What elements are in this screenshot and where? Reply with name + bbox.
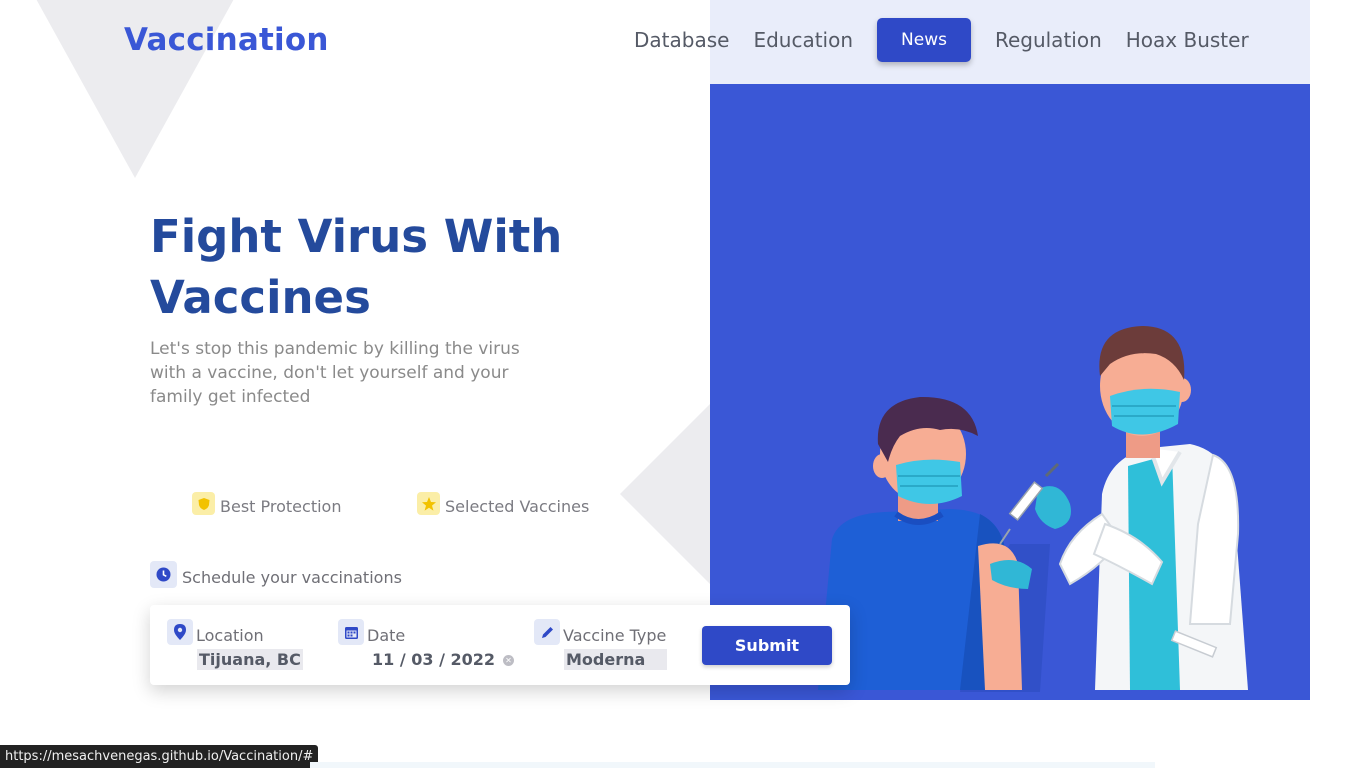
schedule-heading: Schedule your vaccinations (150, 561, 402, 588)
location-pin-icon (167, 619, 193, 645)
schedule-form: Location Tijuana, BC Date 11 / 03 / 2022… (150, 605, 850, 685)
feature-label: Selected Vaccines (445, 497, 590, 516)
submit-button[interactable]: Submit (702, 626, 832, 665)
clock-icon (150, 561, 177, 588)
vaccine-type-label: Vaccine Type (563, 626, 667, 645)
pencil-icon (534, 619, 560, 645)
hero-title: Fight Virus With Vaccines (150, 210, 563, 324)
nav-news[interactable]: News (877, 18, 971, 62)
vaccine-type-input[interactable]: Moderna (564, 649, 667, 670)
shield-icon (192, 492, 215, 515)
schedule-label: Schedule your vaccinations (182, 568, 402, 587)
status-bar-url: https://mesachvenegas.github.io/Vaccinat… (0, 745, 319, 768)
calendar-icon (338, 619, 364, 645)
feature-label: Best Protection (220, 497, 342, 516)
location-field[interactable]: Location Tijuana, BC (167, 619, 303, 670)
nav-hoax-buster[interactable]: Hoax Buster (1114, 28, 1261, 52)
location-input[interactable]: Tijuana, BC (197, 649, 303, 670)
nav-education[interactable]: Education (741, 28, 865, 52)
feature-best-protection: Best Protection (192, 492, 342, 516)
hero-subtitle: Let's stop this pandemic by killing the … (150, 339, 520, 407)
nav-database[interactable]: Database (622, 28, 741, 52)
date-input[interactable]: 11 / 03 / 2022 (370, 649, 497, 670)
date-label: Date (367, 626, 406, 645)
clear-date-icon[interactable]: ✕ (503, 655, 515, 666)
next-section-edge (310, 762, 1155, 768)
site-logo[interactable]: Vaccination (124, 22, 329, 58)
vaccine-type-field[interactable]: Vaccine Type Moderna (534, 619, 667, 670)
nav-regulation[interactable]: Regulation (983, 28, 1114, 52)
main-nav: Database Education News Regulation Hoax … (622, 18, 1261, 62)
date-field[interactable]: Date 11 / 03 / 2022 ✕ (338, 619, 515, 670)
decorative-shape-middle (620, 404, 710, 584)
location-label: Location (196, 626, 264, 645)
star-icon (417, 492, 440, 515)
feature-selected-vaccines: Selected Vaccines (417, 492, 590, 516)
